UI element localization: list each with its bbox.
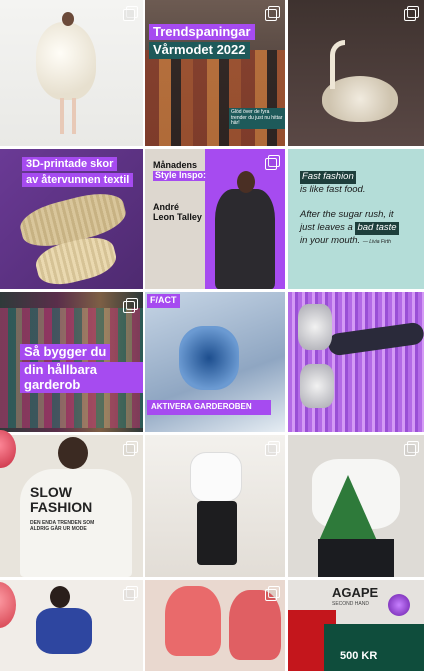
black-pants: [318, 539, 394, 577]
multiple-images-icon: [404, 6, 419, 21]
post-pink-shoes[interactable]: [145, 580, 285, 671]
post-white-ruffle-dress[interactable]: [0, 0, 143, 146]
christmas-tree: [318, 475, 378, 543]
model-legs: [72, 98, 76, 134]
blue-garment: [179, 326, 239, 390]
quote-attribution: — Livia Firth: [362, 239, 391, 246]
post-trendspaningar[interactable]: Trendspaningar Vårmodet 2022 Glöd över d…: [145, 0, 285, 146]
post-blue-blouse[interactable]: [0, 580, 143, 671]
fact-logo: F/ACT: [147, 294, 180, 308]
slow-fashion-line2: FASHION: [30, 499, 93, 516]
slow-fashion-small: DEN ENDA TRENDEN SOM ALDRIG GÅR UR MODE: [30, 520, 95, 532]
model-head: [58, 437, 88, 469]
post-fast-fashion-quote[interactable]: Fast fashion is like fast food. After th…: [288, 149, 424, 289]
slow-fashion-text: SLOW FASHION: [30, 484, 93, 516]
post-hallbara-garderob[interactable]: Så bygger du din hållbara garderob: [0, 292, 143, 432]
white-shirt: [191, 453, 241, 501]
garderob-caption-line1: Så bygger du: [20, 344, 111, 361]
leg: [326, 321, 424, 357]
post-christmas-tree-sweater[interactable]: [288, 435, 424, 577]
pink-shoe: [165, 586, 221, 656]
blue-blouse: [36, 608, 92, 654]
silver-heel: [298, 304, 332, 350]
post-aktivera-garderoben[interactable]: F/ACT AKTIVERA GARDEROBEN: [145, 292, 285, 432]
shoes-caption-line2: av återvunnen textil: [22, 173, 134, 188]
style-inspo-name-line1: André: [153, 202, 180, 212]
multiple-images-icon: [123, 298, 138, 313]
multiple-images-icon: [404, 441, 419, 456]
figure-coat: [215, 189, 275, 289]
figure-head: [237, 171, 255, 193]
quote-line4: just leaves a: [300, 222, 353, 234]
style-inspo-heading-line1: Månadens: [153, 160, 198, 170]
giftcard-price: 500 KR: [340, 650, 378, 662]
aktivera-banner: AKTIVERA GARDEROBEN: [147, 400, 271, 415]
black-pants: [197, 501, 237, 565]
slow-fashion-line1: SLOW: [30, 484, 72, 500]
quote-line5: in your mouth.: [300, 235, 361, 247]
quote-text: Fast fashion is like fast food. After th…: [300, 171, 399, 248]
trend-title: Trendspaningar Vårmodet 2022: [149, 24, 255, 59]
swan-neck: [330, 40, 345, 89]
trend-title-line1: Trendspaningar: [149, 24, 255, 41]
post-style-inspo[interactable]: Månadens Style Inspo: André Leon Talley: [145, 149, 285, 289]
style-inspo-heading-line2: Style Inspo:: [153, 169, 209, 181]
style-inspo-name: André Leon Talley: [153, 202, 202, 223]
quote-line1: Fast fashion: [300, 171, 356, 184]
quote-line2: is like fast food.: [300, 183, 366, 195]
multiple-images-icon: [265, 441, 280, 456]
ruffle-dress-figure: [36, 22, 96, 100]
gift-card: [324, 624, 424, 671]
post-3d-printed-shoes[interactable]: 3D-printade skor av återvunnen textil: [0, 149, 143, 289]
multiple-images-icon: [265, 155, 280, 170]
runway-crowd: [145, 50, 285, 146]
post-slow-fashion[interactable]: SLOW FASHION DEN ENDA TRENDEN SOM ALDRIG…: [0, 435, 143, 577]
garderob-caption: Så bygger du din hållbara garderob: [20, 344, 143, 393]
post-swan-sculpture[interactable]: [288, 0, 424, 146]
post-grid: Trendspaningar Vårmodet 2022 Glöd över d…: [0, 0, 424, 671]
model-legs: [60, 98, 64, 134]
agape-title: AGAPE: [332, 585, 379, 600]
trend-subtitle: Glöd över de fyra trender du just nu hit…: [229, 108, 285, 129]
model-head: [50, 586, 70, 608]
model-head: [62, 12, 74, 26]
multiple-images-icon: [123, 586, 138, 601]
multiple-images-icon: [123, 441, 138, 456]
silver-heel: [300, 364, 334, 408]
agape-line1: AGAPE: [332, 585, 379, 600]
garderob-caption-line2: din hållbara garderob: [20, 362, 143, 393]
quote-line3: After the sugar rush, it: [300, 209, 394, 221]
multiple-images-icon: [265, 6, 280, 21]
multiple-images-icon: [123, 6, 138, 21]
shoes-caption: 3D-printade skor av återvunnen textil: [22, 157, 134, 188]
multiple-images-icon: [265, 586, 280, 601]
trend-title-line2: Vårmodet 2022: [149, 42, 250, 59]
quote-highlight: bad taste: [355, 222, 399, 236]
post-glitter-heels[interactable]: [288, 292, 424, 432]
agape-subtitle: SECOND HAND: [332, 601, 369, 607]
purple-ornament: [388, 594, 410, 616]
style-inspo-name-line2: Leon Talley: [153, 211, 202, 222]
shoes-caption-line1: 3D-printade skor: [22, 157, 118, 172]
post-agape-giftcard[interactable]: AGAPE SECOND HAND 500 KR: [288, 580, 424, 671]
style-inspo-heading: Månadens Style Inspo:: [153, 160, 209, 181]
post-white-shirt-outfit[interactable]: [145, 435, 285, 577]
